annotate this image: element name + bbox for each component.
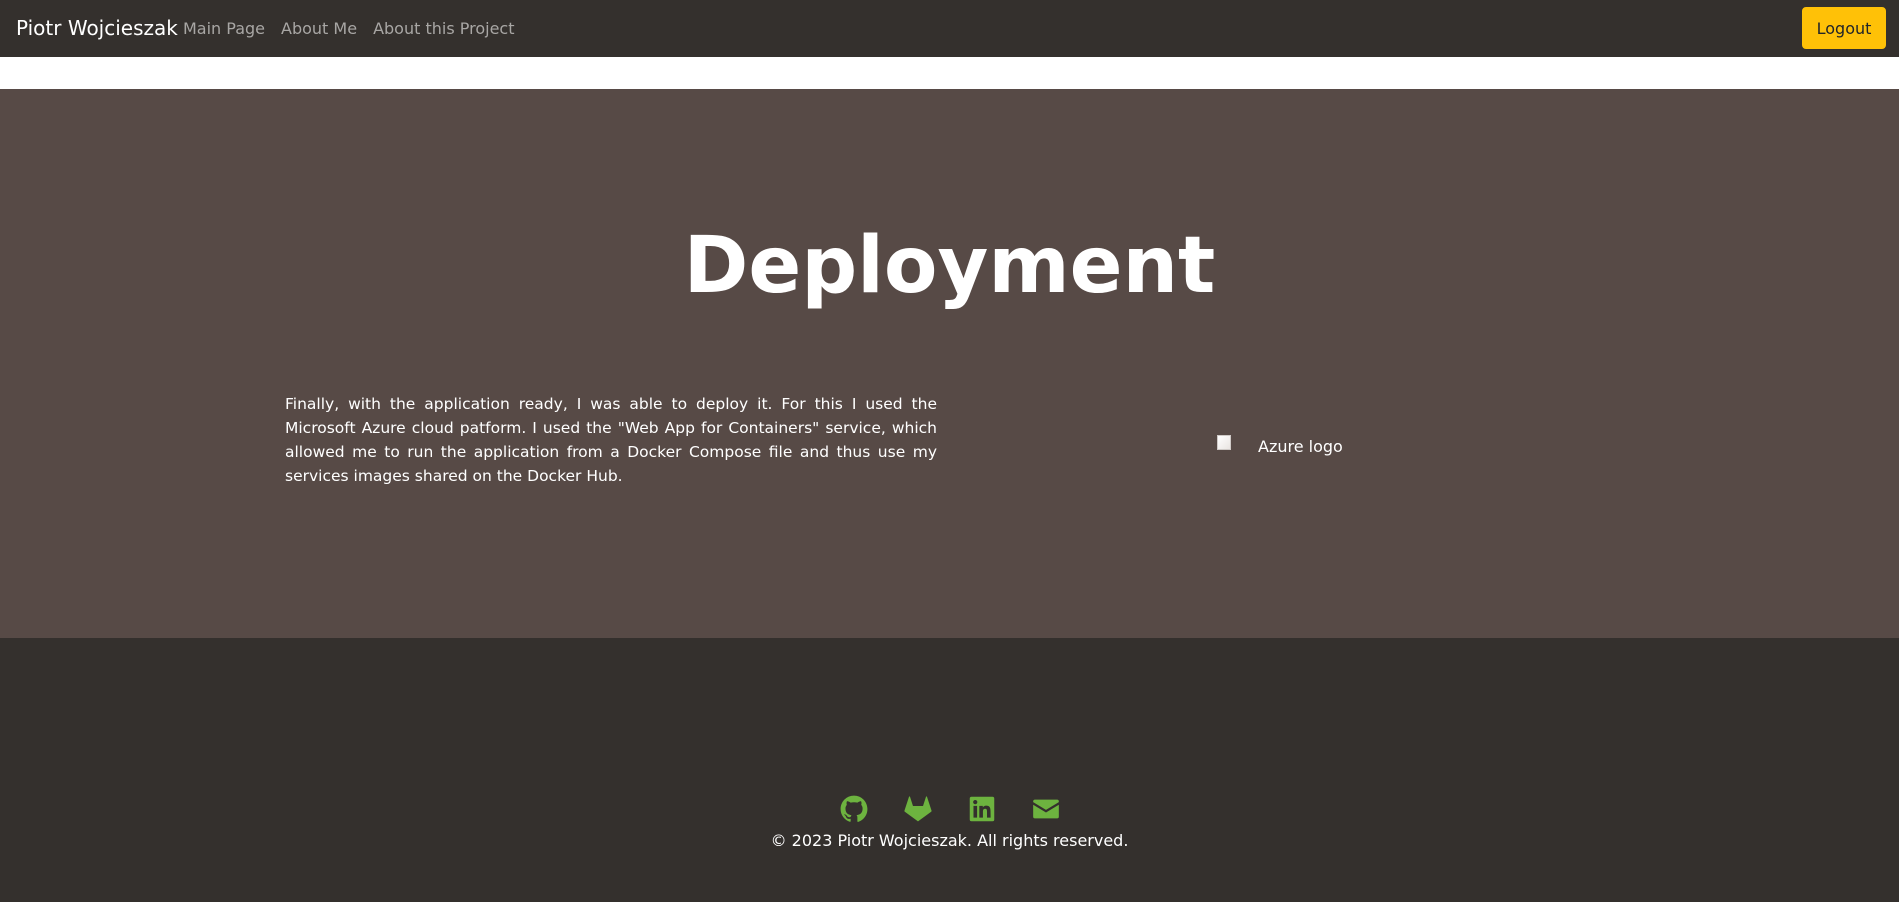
gitlab-icon — [903, 796, 932, 822]
spacer-strip — [0, 57, 1899, 89]
copyright-text: © 2023 Piotr Wojcieszak. All rights rese… — [770, 831, 1129, 850]
github-icon — [840, 795, 867, 822]
email-link[interactable] — [1032, 795, 1060, 823]
linkedin-icon — [969, 796, 994, 822]
linkedin-link[interactable] — [968, 795, 996, 823]
azure-logo-alt-text: Azure logo — [1258, 437, 1343, 456]
nav-link-about-me[interactable]: About Me — [281, 19, 357, 38]
navbar: Piotr Wojcieszak Main Page About Me Abou… — [0, 0, 1899, 57]
gitlab-link[interactable] — [903, 795, 932, 823]
logout-button[interactable]: Logout — [1802, 7, 1886, 49]
footer: © 2023 Piotr Wojcieszak. All rights rese… — [0, 638, 1899, 902]
nav-links: Main Page About Me About this Project — [183, 0, 530, 57]
brand-link[interactable]: Piotr Wojcieszak — [16, 0, 178, 57]
broken-image-icon — [1217, 435, 1231, 450]
nav-link-main-page[interactable]: Main Page — [183, 19, 265, 38]
email-icon — [1032, 799, 1059, 819]
nav-link-about-project[interactable]: About this Project — [373, 19, 514, 38]
social-links — [0, 795, 1899, 823]
page-title: Deployment — [683, 221, 1216, 311]
main-content: Deployment Finally, with the application… — [0, 89, 1899, 638]
github-link[interactable] — [840, 795, 868, 823]
description-text: Finally, with the application ready, I w… — [285, 395, 937, 485]
azure-logo-image: Azure logo — [1217, 435, 1343, 456]
